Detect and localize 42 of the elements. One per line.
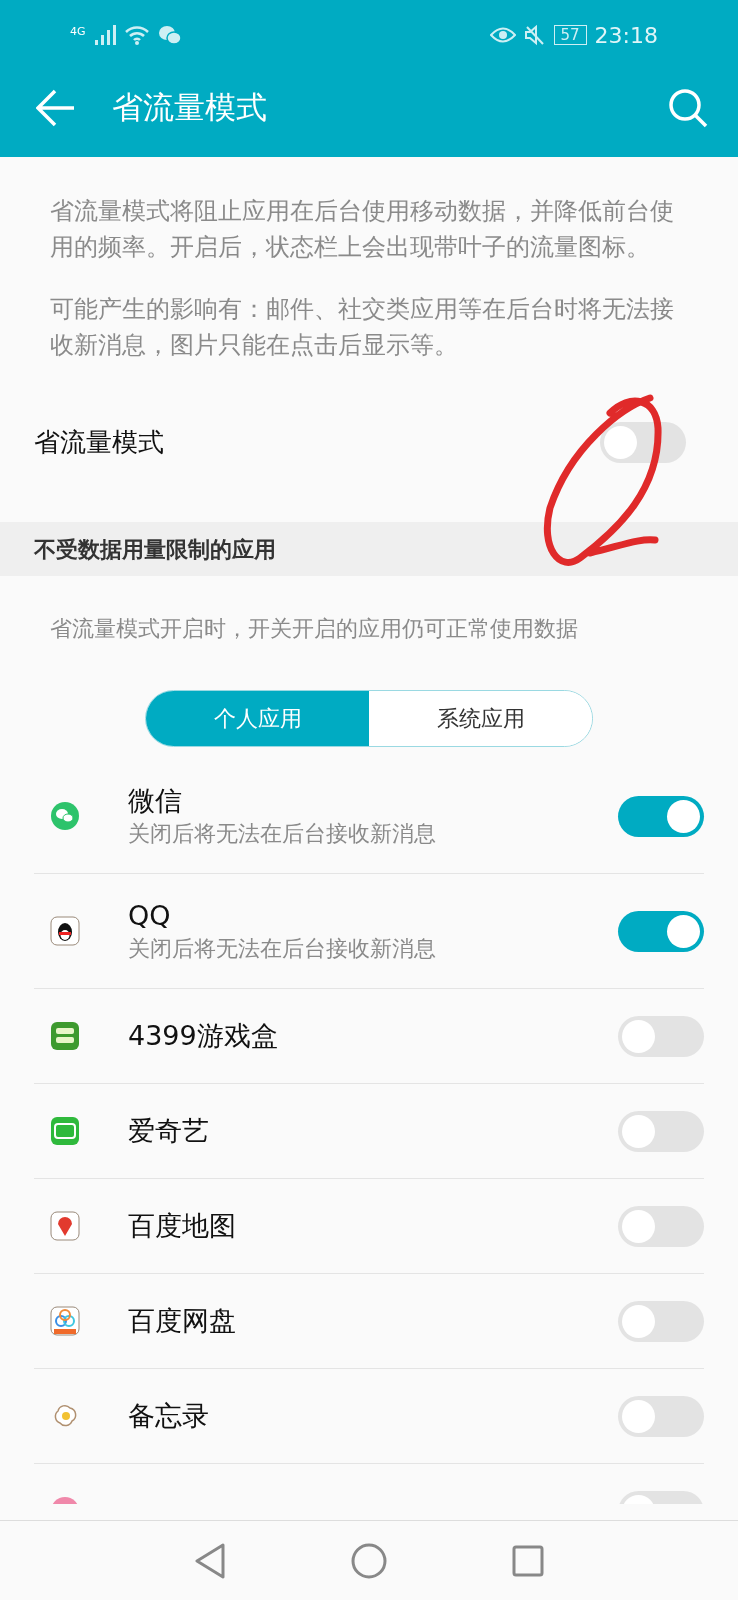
chat-icon [157,24,182,46]
app-name: 百度网盘 [128,1303,237,1338]
clock-time: 23:18 [594,21,658,50]
app-subtitle: 关闭后将无法在后台接收新消息 [128,935,437,964]
app-name: 4399游戏盒 [128,1018,279,1053]
page-title: 省流量模式 [112,88,267,128]
toggle-switch[interactable] [618,1300,704,1342]
setting-label: 省流量模式 [34,426,164,459]
app-name: QQ [128,898,172,933]
app-name: 微信 [128,783,183,818]
segment-tab[interactable]: 系统应用 [369,691,592,746]
mute-icon [523,24,546,46]
description-text: 省流量模式将阻止应用在后台使用移动数据，并降低前台使用的频率。开启后，状态栏上会出现带叶子的流量图标。 [49,196,675,263]
back-icon[interactable] [194,1542,226,1579]
eye-icon [489,25,516,45]
back-arrow-icon[interactable] [36,88,76,127]
toggle-switch[interactable] [618,1395,704,1437]
signal-icon [93,24,116,46]
app-icon [50,1306,80,1336]
home-icon[interactable] [351,1542,387,1579]
section-header: 不受数据用量限制的应用 [0,522,738,576]
app-name: 百度地图 [128,1208,237,1243]
wifi-icon [123,24,150,46]
search-icon[interactable] [668,87,708,128]
network-type: 4G [70,24,86,40]
app-name: 备忘录 [128,1398,210,1433]
app-icon [50,1021,80,1051]
toggle-switch[interactable] [618,1110,704,1152]
app-subtitle: 关闭后将无法在后台接收新消息 [128,820,437,849]
toggle-switch[interactable] [618,795,704,837]
battery-indicator: 57 [553,25,587,45]
toggle-switch[interactable] [618,1015,704,1057]
app-icon [50,801,80,831]
app-icon [50,1116,80,1146]
toggle-switch[interactable] [618,1205,704,1247]
app-name: 爱奇艺 [128,1113,210,1148]
description-text: 可能产生的影响有：邮件、社交类应用等在后台时将无法接收新消息，图片只能在点击后显示等。 [49,294,675,361]
app-icon [50,916,80,946]
recents-icon[interactable] [512,1544,544,1577]
toggle-switch[interactable] [618,910,704,952]
section-hint: 省流量模式开启时，开关开启的应用仍可正常使用数据 [49,615,579,643]
app-icon [50,1211,80,1241]
